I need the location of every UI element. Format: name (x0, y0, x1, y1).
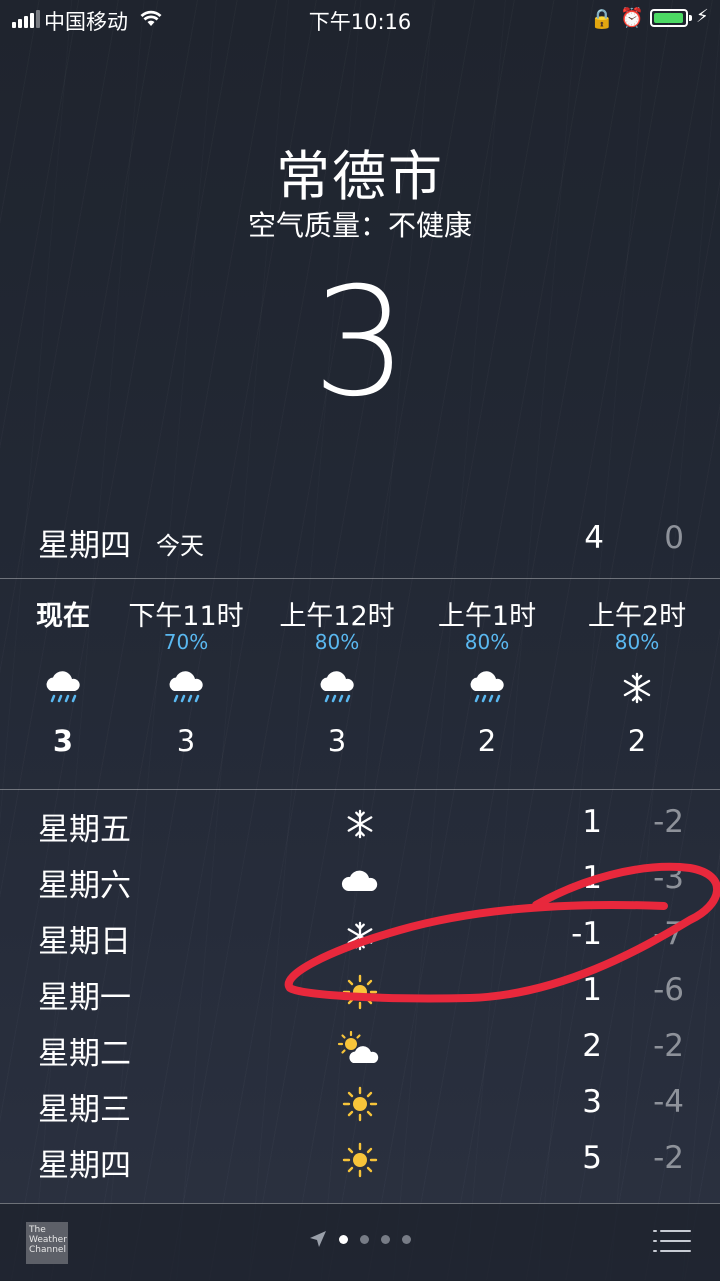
hour-temp: 3 (176, 724, 196, 758)
day-high: 3 (582, 1084, 602, 1120)
rain-cloud-icon (470, 671, 504, 703)
hourly-item[interactable]: 上午1时 80% 2 (412, 594, 562, 758)
rain-cloud-icon (320, 671, 354, 703)
day-low: -2 (653, 1028, 684, 1064)
location-arrow-icon (310, 1231, 326, 1247)
daily-row: 星期三 3 -4 (0, 1076, 720, 1132)
day-name: 星期二 (38, 1036, 131, 1072)
snowflake-icon (623, 672, 651, 704)
divider (0, 789, 720, 790)
snowflake-icon (347, 921, 373, 951)
hour-time: 上午1时 (437, 601, 537, 632)
hourly-item[interactable]: 下午11时 70% 3 (111, 594, 261, 758)
daily-row: 星期二 2 -2 (0, 1020, 720, 1076)
hour-precip: 80% (614, 630, 660, 654)
daily-row: 星期六 1 -3 (0, 852, 720, 908)
hour-temp: 3 (327, 724, 347, 758)
sun-icon (342, 1142, 378, 1178)
day-low: -7 (653, 916, 684, 952)
hour-time: 下午11时 (128, 601, 244, 632)
day-low: -4 (653, 1084, 684, 1120)
daily-row: 星期四 5 -2 (0, 1132, 720, 1188)
hour-precip: 80% (314, 630, 360, 654)
page-dot (360, 1234, 369, 1244)
current-temperature: 3 (312, 256, 408, 430)
page-dot (402, 1234, 411, 1244)
page-dot (339, 1234, 348, 1244)
daily-row: 星期日 -1 -7 (0, 908, 720, 964)
bottom-toolbar: The Weather Channel (0, 1203, 720, 1281)
hour-temp: 2 (627, 724, 647, 758)
city-list-icon[interactable] (652, 1226, 692, 1256)
rotation-lock-icon: 🔒 (590, 8, 614, 30)
day-high: -1 (571, 916, 602, 952)
hour-time: 上午12时 (279, 601, 395, 632)
day-name: 星期三 (38, 1092, 131, 1128)
page-dot (381, 1234, 390, 1244)
divider (0, 578, 720, 579)
hour-precip: 70% (163, 630, 209, 654)
day-low: -2 (653, 804, 684, 840)
today-low: 0 (664, 520, 684, 556)
daily-row: 星期五 1 -2 (0, 796, 720, 852)
day-high: 2 (582, 1028, 602, 1064)
today-label: 今天 (156, 532, 204, 560)
page-indicator[interactable] (0, 1230, 720, 1248)
day-low: -3 (653, 860, 684, 896)
day-low: -6 (653, 972, 684, 1008)
day-name: 星期日 (38, 924, 131, 960)
daily-row: 星期一 1 -6 (0, 964, 720, 1020)
alarm-icon: ⏰ (620, 7, 644, 29)
hour-temp: 2 (477, 724, 497, 758)
day-high: 1 (582, 972, 602, 1008)
partly-cloudy-icon (337, 1031, 379, 1063)
rain-cloud-icon (46, 671, 80, 703)
day-low: -2 (653, 1140, 684, 1176)
today-high: 4 (584, 520, 604, 556)
battery-icon (650, 9, 692, 27)
day-name: 星期四 (38, 1148, 131, 1184)
rain-cloud-icon (169, 671, 203, 703)
day-high: 1 (582, 860, 602, 896)
today-day: 星期四 (38, 528, 131, 564)
status-bar: 中国移动 下午10:16 🔒 ⏰ ⚡ (0, 0, 720, 36)
hourly-item[interactable]: 上午2时 80% 2 (562, 594, 712, 758)
day-name: 星期一 (38, 980, 131, 1016)
city-name: 常德市 (276, 145, 444, 208)
sun-icon (342, 974, 378, 1010)
charging-icon: ⚡ (696, 6, 709, 27)
cloud-icon (341, 870, 378, 891)
air-quality: 空气质量：不健康 (247, 209, 472, 242)
snowflake-icon (347, 809, 373, 839)
day-name: 星期五 (38, 812, 131, 848)
day-name: 星期六 (38, 868, 131, 904)
hour-time: 上午2时 (587, 601, 687, 632)
day-high: 5 (582, 1140, 602, 1176)
day-high: 1 (582, 804, 602, 840)
sun-icon (342, 1086, 378, 1122)
hourly-item[interactable]: 上午12时 80% 3 (262, 594, 412, 758)
hour-precip: 80% (464, 630, 510, 654)
